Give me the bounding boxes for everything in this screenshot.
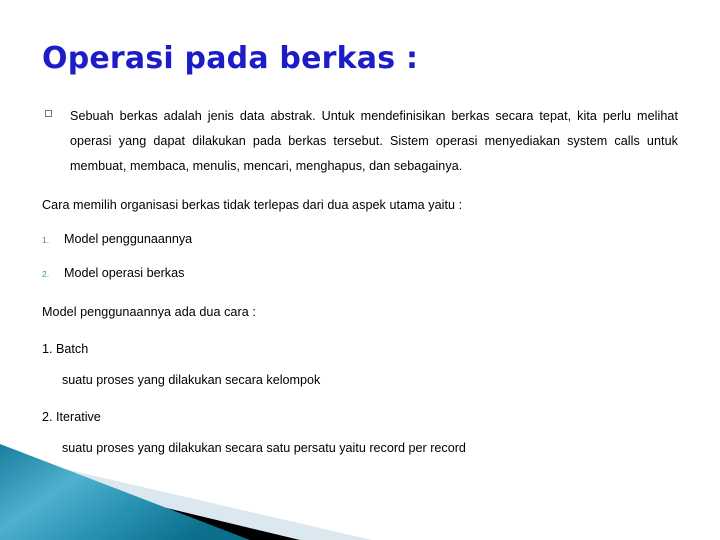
slide-canvas: Operasi pada berkas : Sebuah berkas adal… bbox=[0, 0, 720, 540]
list-item-label: Model penggunaannya bbox=[64, 232, 193, 246]
page-title: Operasi pada berkas : bbox=[42, 41, 419, 76]
mode-heading: 2. Iterative bbox=[42, 410, 101, 424]
list-item: 1. Model penggunaannya bbox=[42, 227, 678, 252]
list-item-marker: 1. bbox=[42, 235, 50, 245]
mode-description: suatu proses yang dilakukan secara kelom… bbox=[62, 373, 321, 387]
intro-line: Cara memilih organisasi berkas tidak ter… bbox=[42, 198, 463, 212]
square-bullet-icon bbox=[45, 110, 52, 117]
bullet-paragraph-text: Sebuah berkas adalah jenis data abstrak.… bbox=[70, 109, 678, 173]
mode-description: suatu proses yang dilakukan secara satu … bbox=[62, 441, 466, 455]
list-item-marker: 2. bbox=[42, 269, 50, 279]
slide-body: Sebuah berkas adalah jenis data abstrak.… bbox=[0, 104, 720, 461]
bullet-paragraph: Sebuah berkas adalah jenis data abstrak.… bbox=[42, 104, 678, 179]
list-item-label: Model operasi berkas bbox=[64, 266, 185, 280]
deco-band-black bbox=[0, 468, 300, 540]
mode-heading: 1. Batch bbox=[42, 342, 89, 356]
deco-band-pale bbox=[0, 454, 372, 540]
list-item: 2. Model operasi berkas bbox=[42, 261, 678, 286]
second-intro-line: Model penggunaannya ada dua cara : bbox=[42, 305, 256, 319]
